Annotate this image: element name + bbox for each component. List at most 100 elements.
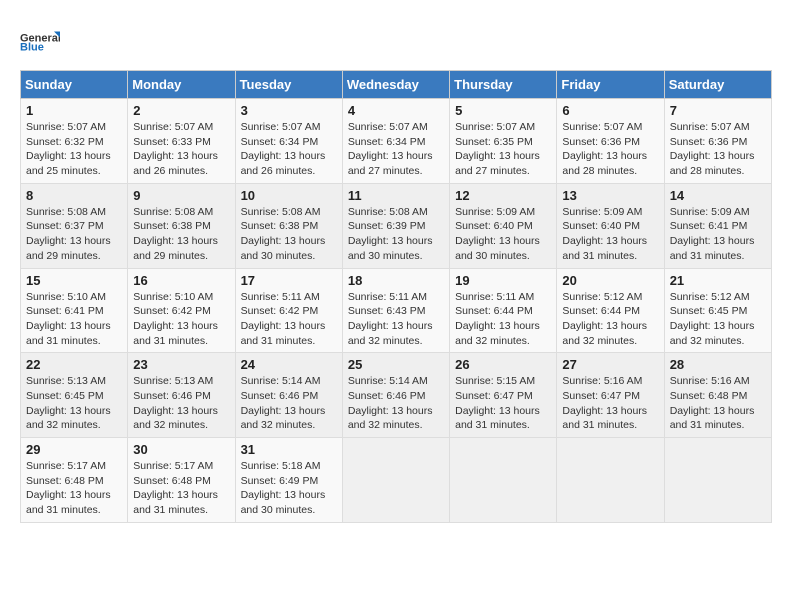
day-info: Sunrise: 5:09 AMSunset: 6:41 PMDaylight:… [670, 205, 766, 264]
calendar-day-cell: 7 Sunrise: 5:07 AMSunset: 6:36 PMDaylight… [664, 99, 771, 184]
day-info: Sunrise: 5:08 AMSunset: 6:38 PMDaylight:… [241, 205, 337, 264]
day-of-week-header: Thursday [450, 71, 557, 99]
calendar-day-cell: 21Sunrise: 5:12 AMSunset: 6:45 PMDayligh… [664, 268, 771, 353]
logo: General Blue [20, 20, 60, 60]
calendar-day-cell [664, 438, 771, 523]
day-of-week-header: Monday [128, 71, 235, 99]
day-number: 21 [670, 273, 766, 288]
day-number: 31 [241, 442, 337, 457]
calendar-day-cell [342, 438, 449, 523]
calendar-day-cell: 2 Sunrise: 5:07 AMSunset: 6:33 PMDaylight… [128, 99, 235, 184]
calendar-day-cell: 28Sunrise: 5:16 AMSunset: 6:48 PMDayligh… [664, 353, 771, 438]
day-number: 15 [26, 273, 122, 288]
day-of-week-header: Friday [557, 71, 664, 99]
calendar-day-cell [557, 438, 664, 523]
day-number: 9 [133, 188, 229, 203]
calendar-week-row: 8Sunrise: 5:08 AMSunset: 6:37 PMDaylight… [21, 183, 772, 268]
day-info: Sunrise: 5:07 AMSunset: 6:34 PMDaylight:… [241, 120, 337, 179]
day-info: Sunrise: 5:08 AMSunset: 6:37 PMDaylight:… [26, 205, 122, 264]
day-number: 30 [133, 442, 229, 457]
calendar-day-cell: 8Sunrise: 5:08 AMSunset: 6:37 PMDaylight… [21, 183, 128, 268]
calendar-day-cell: 14 Sunrise: 5:09 AMSunset: 6:41 PMDayligh… [664, 183, 771, 268]
calendar-day-cell: 22Sunrise: 5:13 AMSunset: 6:45 PMDayligh… [21, 353, 128, 438]
day-info: Sunrise: 5:14 AMSunset: 6:46 PMDaylight:… [348, 374, 444, 433]
day-info: Sunrise: 5:08 AMSunset: 6:38 PMDaylight:… [133, 205, 229, 264]
day-info: Sunrise: 5:12 AMSunset: 6:44 PMDaylight:… [562, 290, 658, 349]
day-number: 16 [133, 273, 229, 288]
calendar-day-cell: 25 Sunrise: 5:14 AMSunset: 6:46 PMDayligh… [342, 353, 449, 438]
calendar-day-cell: 4 Sunrise: 5:07 AMSunset: 6:34 PMDaylight… [342, 99, 449, 184]
day-info: Sunrise: 5:17 AMSunset: 6:48 PMDaylight:… [133, 459, 229, 518]
day-info: Sunrise: 5:11 AMSunset: 6:43 PMDaylight:… [348, 290, 444, 349]
day-number: 23 [133, 357, 229, 372]
calendar-table: SundayMondayTuesdayWednesdayThursdayFrid… [20, 70, 772, 523]
day-info: Sunrise: 5:07 AMSunset: 6:33 PMDaylight:… [133, 120, 229, 179]
calendar-day-cell: 9 Sunrise: 5:08 AMSunset: 6:38 PMDaylight… [128, 183, 235, 268]
calendar-day-cell: 6 Sunrise: 5:07 AMSunset: 6:36 PMDaylight… [557, 99, 664, 184]
calendar-day-cell: 26 Sunrise: 5:15 AMSunset: 6:47 PMDayligh… [450, 353, 557, 438]
calendar-header-row: SundayMondayTuesdayWednesdayThursdayFrid… [21, 71, 772, 99]
day-of-week-header: Tuesday [235, 71, 342, 99]
day-number: 25 [348, 357, 444, 372]
day-info: Sunrise: 5:09 AMSunset: 6:40 PMDaylight:… [562, 205, 658, 264]
day-number: 27 [562, 357, 658, 372]
calendar-day-cell: 1 Sunrise: 5:07 AMSunset: 6:32 PMDaylight… [21, 99, 128, 184]
day-info: Sunrise: 5:07 AMSunset: 6:35 PMDaylight:… [455, 120, 551, 179]
calendar-day-cell: 19 Sunrise: 5:11 AMSunset: 6:44 PMDayligh… [450, 268, 557, 353]
day-info: Sunrise: 5:16 AMSunset: 6:47 PMDaylight:… [562, 374, 658, 433]
day-info: Sunrise: 5:07 AMSunset: 6:34 PMDaylight:… [348, 120, 444, 179]
day-info: Sunrise: 5:07 AMSunset: 6:32 PMDaylight:… [26, 120, 122, 179]
day-number: 26 [455, 357, 551, 372]
day-info: Sunrise: 5:18 AMSunset: 6:49 PMDaylight:… [241, 459, 337, 518]
day-of-week-header: Wednesday [342, 71, 449, 99]
day-info: Sunrise: 5:10 AMSunset: 6:41 PMDaylight:… [26, 290, 122, 349]
day-info: Sunrise: 5:07 AMSunset: 6:36 PMDaylight:… [670, 120, 766, 179]
page-header: General Blue [20, 20, 772, 60]
calendar-day-cell: 15 Sunrise: 5:10 AMSunset: 6:41 PMDayligh… [21, 268, 128, 353]
day-number: 11 [348, 188, 444, 203]
calendar-day-cell: 3 Sunrise: 5:07 AMSunset: 6:34 PMDaylight… [235, 99, 342, 184]
day-number: 22 [26, 357, 122, 372]
calendar-week-row: 29Sunrise: 5:17 AMSunset: 6:48 PMDayligh… [21, 438, 772, 523]
logo-icon: General Blue [20, 20, 60, 60]
day-number: 14 [670, 188, 766, 203]
calendar-day-cell: 5Sunrise: 5:07 AMSunset: 6:35 PMDaylight… [450, 99, 557, 184]
day-number: 7 [670, 103, 766, 118]
day-number: 1 [26, 103, 122, 118]
day-number: 18 [348, 273, 444, 288]
day-of-week-header: Saturday [664, 71, 771, 99]
calendar-day-cell: 11 Sunrise: 5:08 AMSunset: 6:39 PMDayligh… [342, 183, 449, 268]
day-info: Sunrise: 5:08 AMSunset: 6:39 PMDaylight:… [348, 205, 444, 264]
day-info: Sunrise: 5:11 AMSunset: 6:42 PMDaylight:… [241, 290, 337, 349]
day-number: 20 [562, 273, 658, 288]
day-number: 6 [562, 103, 658, 118]
calendar-day-cell: 20 Sunrise: 5:12 AMSunset: 6:44 PMDayligh… [557, 268, 664, 353]
calendar-day-cell: 18 Sunrise: 5:11 AMSunset: 6:43 PMDayligh… [342, 268, 449, 353]
calendar-day-cell: 17Sunrise: 5:11 AMSunset: 6:42 PMDayligh… [235, 268, 342, 353]
day-info: Sunrise: 5:10 AMSunset: 6:42 PMDaylight:… [133, 290, 229, 349]
day-number: 24 [241, 357, 337, 372]
calendar-day-cell: 31 Sunrise: 5:18 AMSunset: 6:49 PMDayligh… [235, 438, 342, 523]
calendar-week-row: 22Sunrise: 5:13 AMSunset: 6:45 PMDayligh… [21, 353, 772, 438]
day-number: 4 [348, 103, 444, 118]
day-info: Sunrise: 5:07 AMSunset: 6:36 PMDaylight:… [562, 120, 658, 179]
calendar-day-cell [450, 438, 557, 523]
day-info: Sunrise: 5:11 AMSunset: 6:44 PMDaylight:… [455, 290, 551, 349]
calendar-day-cell: 12Sunrise: 5:09 AMSunset: 6:40 PMDayligh… [450, 183, 557, 268]
day-number: 3 [241, 103, 337, 118]
calendar-day-cell: 10 Sunrise: 5:08 AMSunset: 6:38 PMDayligh… [235, 183, 342, 268]
day-number: 2 [133, 103, 229, 118]
day-number: 13 [562, 188, 658, 203]
svg-text:Blue: Blue [20, 42, 44, 54]
calendar-day-cell: 23Sunrise: 5:13 AMSunset: 6:46 PMDayligh… [128, 353, 235, 438]
day-info: Sunrise: 5:15 AMSunset: 6:47 PMDaylight:… [455, 374, 551, 433]
day-number: 10 [241, 188, 337, 203]
calendar-week-row: 15 Sunrise: 5:10 AMSunset: 6:41 PMDayligh… [21, 268, 772, 353]
day-number: 19 [455, 273, 551, 288]
day-info: Sunrise: 5:09 AMSunset: 6:40 PMDaylight:… [455, 205, 551, 264]
day-info: Sunrise: 5:17 AMSunset: 6:48 PMDaylight:… [26, 459, 122, 518]
calendar-day-cell: 13 Sunrise: 5:09 AMSunset: 6:40 PMDayligh… [557, 183, 664, 268]
day-of-week-header: Sunday [21, 71, 128, 99]
calendar-day-cell: 29Sunrise: 5:17 AMSunset: 6:48 PMDayligh… [21, 438, 128, 523]
calendar-week-row: 1 Sunrise: 5:07 AMSunset: 6:32 PMDaylight… [21, 99, 772, 184]
